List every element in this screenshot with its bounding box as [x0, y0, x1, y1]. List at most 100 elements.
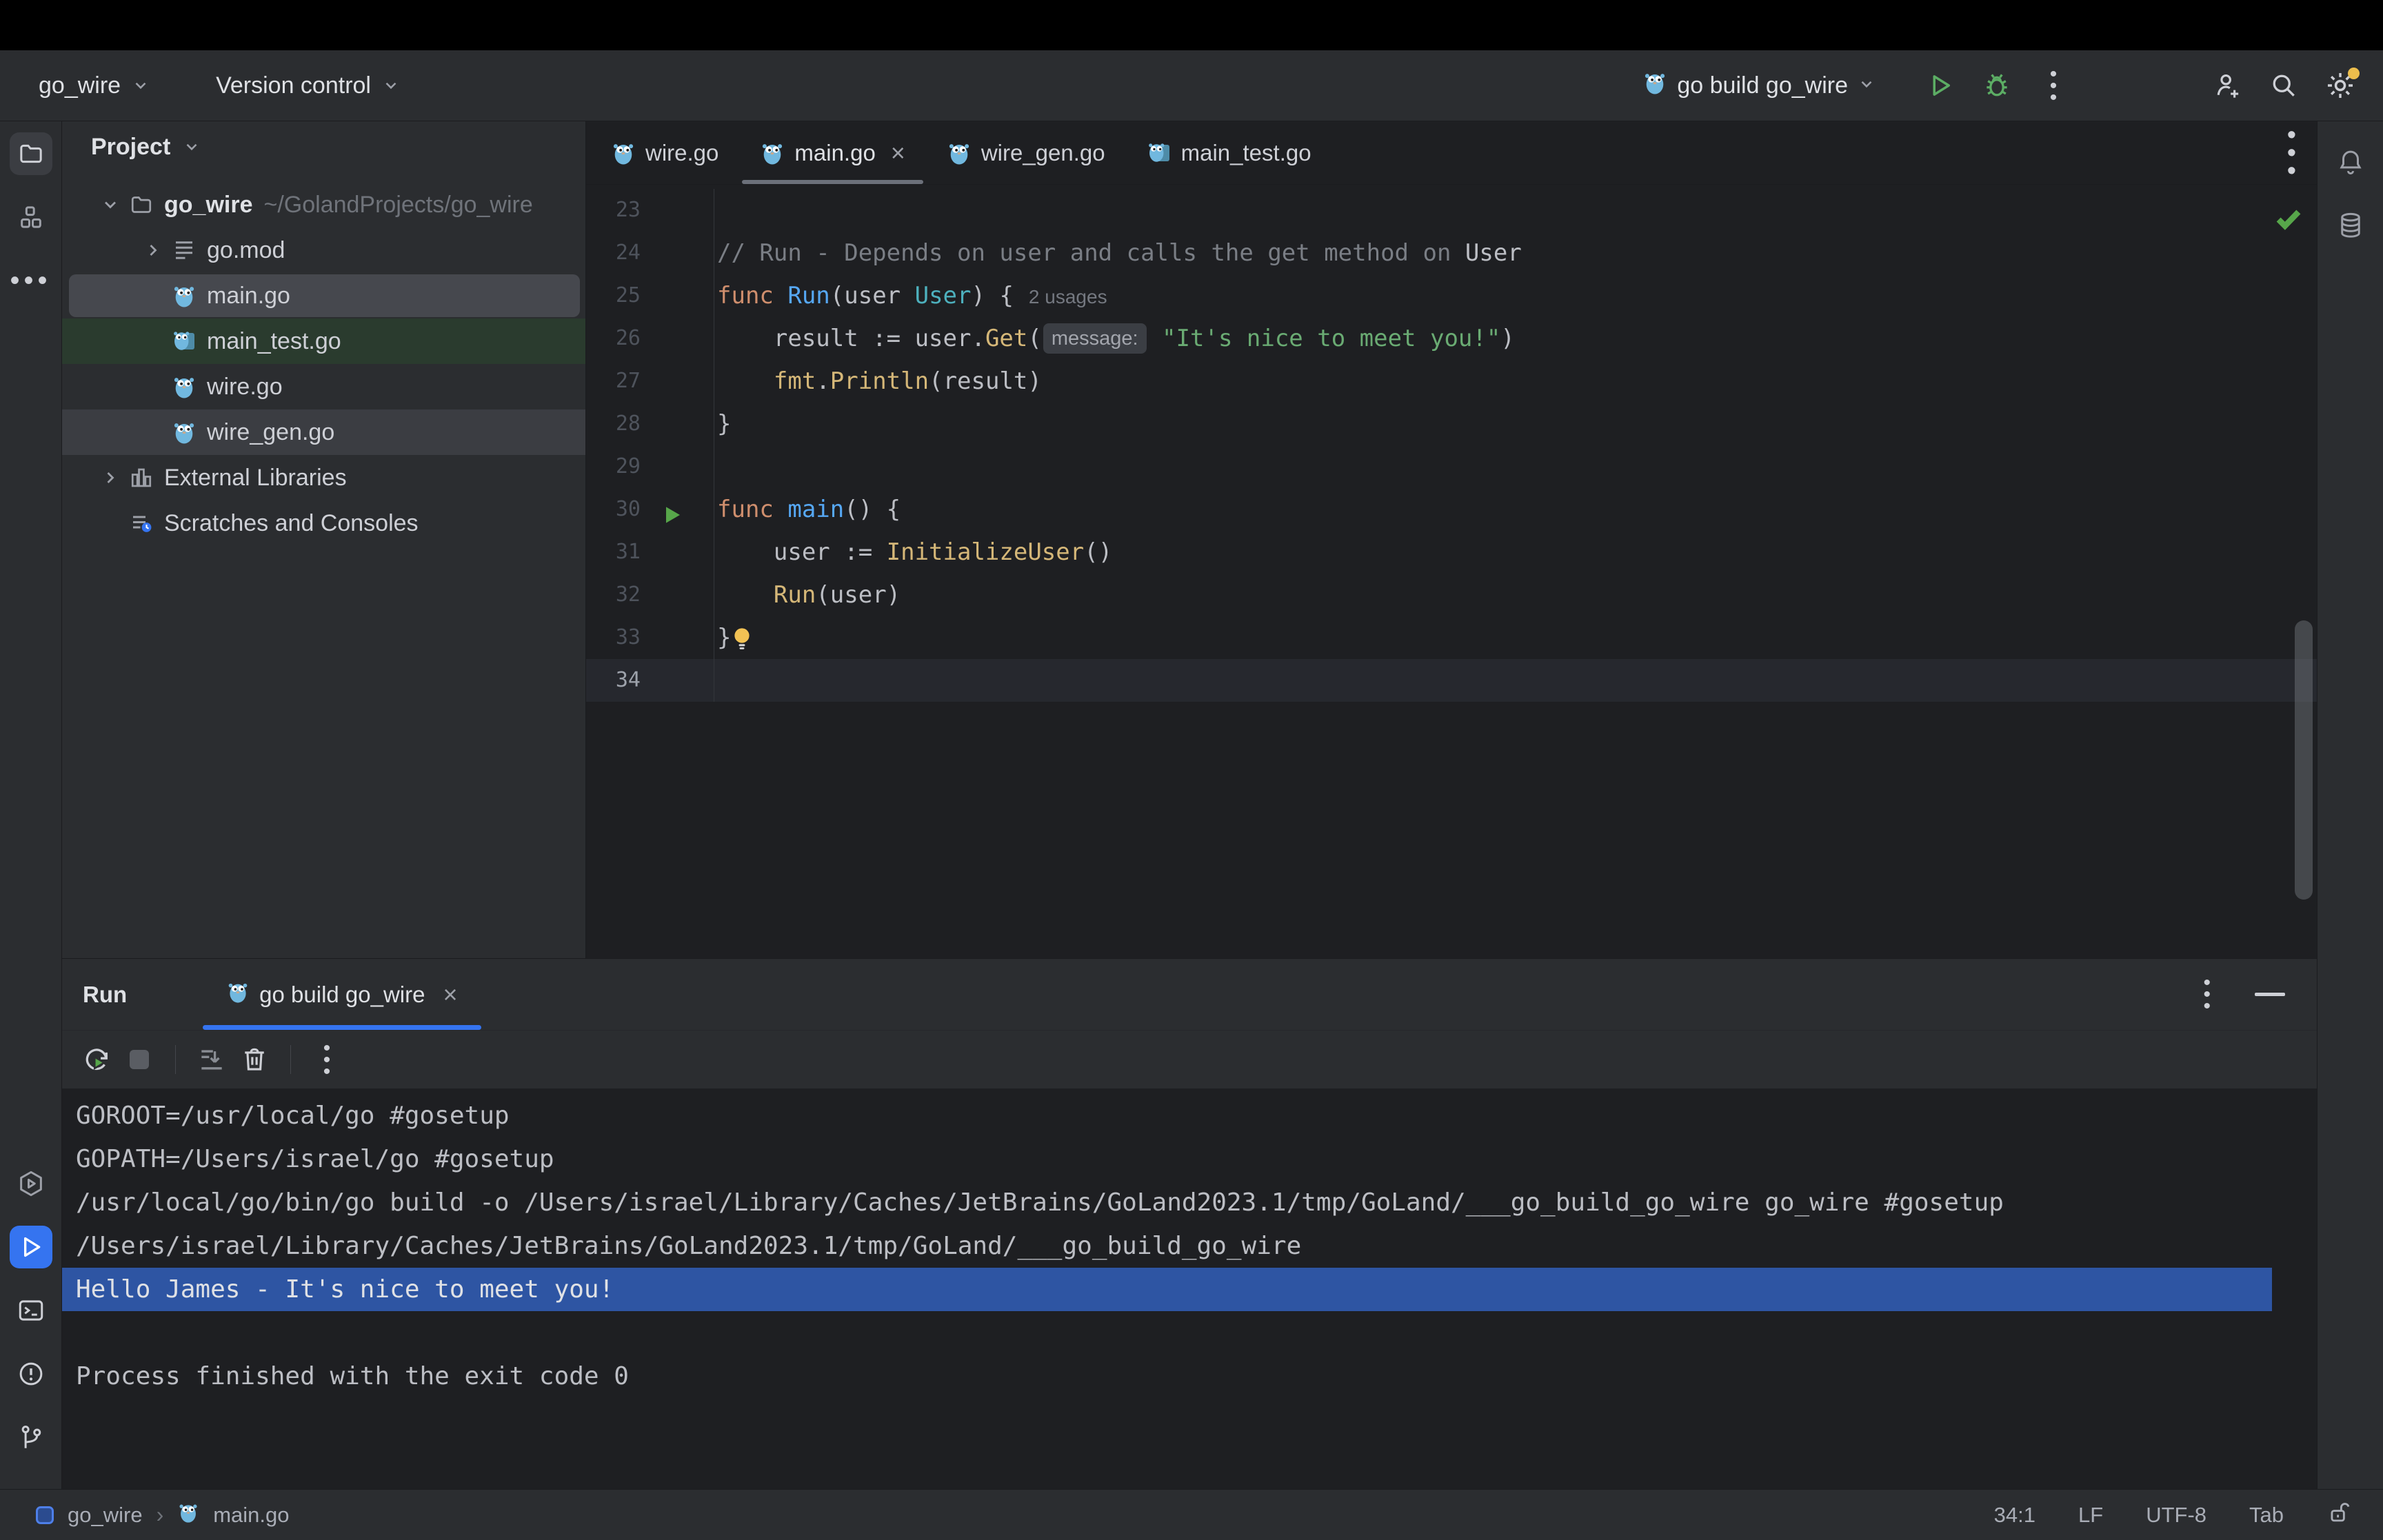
problems-toolwindow-button[interactable] — [10, 1352, 52, 1395]
code-line-27[interactable]: 27 fmt.Println(result) — [586, 360, 2317, 403]
run-configuration-label: go build go_wire — [1677, 72, 1848, 99]
code-editor[interactable]: 2324// Run - Depends on user and calls t… — [586, 185, 2317, 958]
editor-tab-wire-go[interactable]: wire.go — [590, 121, 739, 184]
code-line-33[interactable]: 33} — [586, 616, 2317, 659]
run-toolwindow: Run go build go_wire × ••• — [62, 958, 2317, 1489]
gutter-line-number[interactable]: 32 — [586, 574, 714, 616]
code-line-25[interactable]: 25func Run(user User) {2 usages — [586, 274, 2317, 317]
tree-item-main-go[interactable]: main.go — [62, 273, 585, 318]
run-toolwindow-button[interactable] — [10, 1226, 52, 1268]
gutter-line-number[interactable]: 33 — [586, 616, 714, 659]
editor-scrollbar[interactable] — [2295, 620, 2313, 900]
run-panel-options-button[interactable]: ••• — [2203, 977, 2211, 1012]
code-line-24[interactable]: 24// Run - Depends on user and calls the… — [586, 232, 2317, 274]
tree-item-wire-go[interactable]: wire.go — [62, 364, 585, 409]
gutter-line-number[interactable]: 26 — [586, 317, 714, 360]
more-toolwindows-button[interactable]: ••• — [10, 259, 52, 302]
code-line-text: user := InitializeUser() — [714, 531, 1112, 574]
debug-button[interactable] — [1978, 66, 2016, 105]
gutter-line-number[interactable]: 25 — [586, 274, 714, 317]
gutter-line-number[interactable]: 31 — [586, 531, 714, 574]
tree-item-wire-gen-go[interactable]: wire_gen.go — [62, 409, 585, 455]
intention-bulb-icon[interactable] — [732, 623, 752, 666]
editor-tab-wire-gen-go[interactable]: wire_gen.go — [926, 121, 1126, 184]
code-token-kw: func — [717, 282, 787, 310]
project-widget[interactable]: go_wire — [39, 71, 150, 101]
goland-window: go_wire Version control go build go_wire — [0, 0, 2383, 1540]
gutter-line-number[interactable]: 27 — [586, 360, 714, 403]
go-file-icon — [611, 141, 636, 165]
scroll-to-end-button[interactable] — [194, 1042, 230, 1077]
notifications-button[interactable] — [2329, 141, 2372, 183]
code-line-31[interactable]: 31 user := InitializeUser() — [586, 531, 2317, 574]
project-panel-header[interactable]: Project — [62, 121, 585, 172]
status-breadcrumb[interactable]: go_wire › main.go — [36, 1501, 290, 1529]
project-toolwindow-button[interactable] — [10, 132, 52, 175]
tree-item-path: ~/GolandProjects/go_wire — [263, 192, 532, 219]
gutter-line-number[interactable]: 23 — [586, 189, 714, 232]
more-actions-button[interactable]: ••• — [2034, 66, 2073, 105]
close-icon[interactable]: × — [891, 139, 905, 168]
code-token-call: Println — [830, 367, 929, 395]
code-line-34[interactable]: 34 — [586, 659, 2317, 702]
gutter-line-number[interactable]: 30 — [586, 488, 714, 531]
gutter-line-number[interactable]: 29 — [586, 445, 714, 488]
line-separator-widget[interactable]: LF — [2078, 1503, 2103, 1528]
vcs-widget[interactable]: Version control — [216, 71, 400, 101]
clear-console-button[interactable] — [237, 1042, 272, 1077]
code-with-me-button[interactable] — [2208, 66, 2246, 105]
code-token-fn: main — [787, 496, 844, 523]
code-line-29[interactable]: 29 — [586, 445, 2317, 488]
project-tree: go_wire~/GolandProjects/go_wirego.modmai… — [62, 182, 585, 546]
gutter-line-number[interactable]: 34 — [586, 659, 714, 702]
encoding-widget[interactable]: UTF-8 — [2146, 1503, 2206, 1528]
run-console-tab[interactable]: go build go_wire × — [203, 959, 481, 1030]
indent-widget[interactable]: Tab — [2249, 1503, 2284, 1528]
inspections-ok-icon[interactable] — [2273, 203, 2304, 237]
run-button[interactable] — [1921, 66, 1960, 105]
console-more-options-button[interactable]: ••• — [309, 1042, 345, 1077]
code-line-28[interactable]: 28} — [586, 403, 2317, 445]
services-toolwindow-button[interactable] — [10, 1162, 52, 1205]
code-line-26[interactable]: 26 result := user.Get(message: "It's nic… — [586, 317, 2317, 360]
tree-item-main-test-go[interactable]: main_test.go — [62, 318, 585, 364]
git-toolwindow-button[interactable] — [10, 1416, 52, 1459]
terminal-toolwindow-button[interactable] — [10, 1289, 52, 1332]
database-toolwindow-button[interactable] — [2329, 204, 2372, 247]
gutter-line-number[interactable]: 28 — [586, 403, 714, 445]
tab-options-button[interactable]: ••• — [2287, 126, 2317, 180]
search-everywhere-button[interactable] — [2264, 66, 2303, 105]
run-panel-header-actions: ••• — [2203, 977, 2317, 1012]
go-file-icon — [171, 283, 197, 309]
hide-panel-button[interactable] — [2255, 993, 2285, 996]
chevron-right-icon[interactable] — [95, 468, 125, 487]
stop-button[interactable] — [121, 1042, 157, 1077]
code-token-plain: user := — [717, 538, 887, 566]
tree-item-go-mod[interactable]: go.mod — [62, 227, 585, 273]
chevron-down-icon[interactable] — [95, 195, 125, 214]
tree-row-highlight — [62, 364, 585, 409]
go-file-icon — [171, 374, 197, 400]
tree-item-external-libraries[interactable]: External Libraries — [62, 455, 585, 500]
run-console-output[interactable]: GOROOT=/usr/local/go #gosetupGOPATH=/Use… — [62, 1088, 2317, 1489]
editor-tab-main-go[interactable]: main.go× — [739, 121, 925, 184]
code-line-23[interactable]: 23 — [586, 189, 2317, 232]
structure-toolwindow-button[interactable] — [10, 196, 52, 239]
settings-button[interactable] — [2321, 66, 2360, 105]
run-configuration-selector[interactable]: go build go_wire — [1642, 70, 1876, 101]
code-lines: 2324// Run - Depends on user and calls t… — [586, 189, 2317, 702]
gutter-line-number[interactable]: 24 — [586, 232, 714, 274]
code-line-32[interactable]: 32 Run(user) — [586, 574, 2317, 616]
chevron-right-icon: › — [157, 1502, 164, 1528]
tree-item-go-wire[interactable]: go_wire~/GolandProjects/go_wire — [62, 182, 585, 227]
code-token-call: Get — [985, 325, 1027, 352]
caret-position-widget[interactable]: 34:1 — [1994, 1503, 2035, 1528]
chevron-right-icon[interactable] — [138, 241, 168, 260]
editor-tab-main-test-go[interactable]: main_test.go — [1126, 121, 1332, 184]
close-icon[interactable]: × — [443, 980, 458, 1009]
code-line-30[interactable]: 30func main() { — [586, 488, 2317, 531]
rerun-button[interactable] — [79, 1042, 114, 1077]
writable-lock-icon[interactable] — [2326, 1499, 2353, 1531]
tree-item-scratches-and-consoles[interactable]: Scratches and Consoles — [62, 500, 585, 546]
kebab-menu-icon: ••• — [2050, 68, 2058, 103]
